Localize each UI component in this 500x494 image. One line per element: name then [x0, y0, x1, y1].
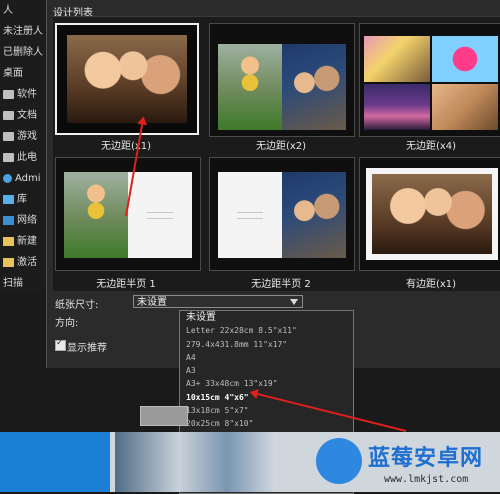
family-photo [372, 174, 492, 254]
network-icon [3, 216, 14, 225]
castle-photo [364, 84, 430, 130]
paper-size-value: 未设置 [137, 297, 167, 308]
design-thumb-borderless-x1[interactable] [55, 23, 199, 135]
blank-half-page [218, 172, 282, 258]
paper-size-option[interactable]: A4 [180, 351, 353, 364]
paper-size-select[interactable]: 未设置 [133, 295, 303, 308]
kid-photo [218, 44, 282, 130]
sidebar-item-label: 人 [3, 5, 13, 16]
sidebar-item-label: 库 [17, 194, 27, 205]
folder-sidebar: 人未注册人已删除人桌面软件文档游戏此电Admi库网络新建激活扫描照片共享 [0, 0, 46, 290]
watermark-logo: 蓝莓安卓网 www.lmkjst.com [316, 436, 500, 492]
folder-icon [3, 258, 14, 267]
user-icon [3, 174, 12, 183]
sidebar-item[interactable]: 网络 [0, 210, 46, 231]
sidebar-item[interactable]: 游戏 [0, 126, 46, 147]
sidebar-item[interactable]: 软件 [0, 84, 46, 105]
design-list: 无边距(x1) 无边距(x2) 无边距(x4) 无边距半页 1 无边距半页 2 … [53, 16, 500, 291]
paper-size-option[interactable]: 20x25cm 8"x10" [180, 417, 353, 430]
library-icon [3, 195, 14, 204]
paper-size-option[interactable]: Letter 22x28cm 8.5"x11" [180, 324, 353, 337]
direction-label: 方向: [55, 318, 79, 329]
design-thumb-label: 无边距(x1) [100, 141, 152, 152]
drive-icon [3, 132, 14, 141]
sidebar-item[interactable]: 扫描 [0, 273, 46, 290]
paper-size-label: 纸张尺寸: [55, 300, 99, 311]
android-robot-icon [316, 438, 362, 484]
sidebar-item[interactable]: 此电 [0, 147, 46, 168]
sidebar-item-label: Admi [15, 173, 41, 184]
sidebar-item[interactable]: Admi [0, 168, 46, 189]
paper-size-option[interactable]: A3+ 33x48cm 13"x19" [180, 377, 353, 390]
sidebar-item[interactable]: 文档 [0, 105, 46, 126]
sidebar-item-label: 激活 [17, 257, 37, 268]
design-thumb-label: 有边距(x1) [405, 279, 457, 290]
kid-photo [64, 172, 128, 258]
sidebar-item-label: 已删除人 [3, 47, 43, 58]
family-photo [67, 35, 187, 123]
sidebar-item[interactable]: 新建 [0, 231, 46, 252]
design-thumb-half-page-1[interactable] [55, 157, 201, 271]
sidebar-item[interactable]: 激活 [0, 252, 46, 273]
paper-size-option[interactable]: 279.4x431.8mm 11"x17" [180, 338, 353, 351]
design-thumb-borderless-x2[interactable] [209, 23, 355, 137]
father-child-photo [282, 44, 346, 130]
sidebar-item-label: 扫描 [3, 278, 23, 289]
taskbar-blue-region [0, 432, 110, 492]
design-thumb-bordered-x1[interactable] [359, 157, 500, 271]
design-thumb-label: 无边距半页 2 [251, 279, 311, 290]
party-photo [364, 36, 430, 82]
design-thumb-label: 无边距半页 1 [96, 279, 156, 290]
drive-icon [3, 90, 14, 99]
design-thumb-borderless-x4[interactable] [359, 23, 500, 137]
dialog-button[interactable] [140, 406, 188, 426]
drive-icon [3, 111, 14, 120]
folder-icon [3, 237, 14, 246]
show-recommended-checkbox[interactable] [55, 338, 66, 351]
show-recommended-label: 显示推荐 [67, 343, 107, 354]
sidebar-item-label: 游戏 [17, 131, 37, 142]
sidebar-item-label: 此电 [17, 152, 37, 163]
watermark-url: www.lmkjst.com [384, 474, 469, 485]
sidebar-item[interactable]: 已删除人 [0, 42, 46, 63]
taskbar-blurred-region [115, 432, 275, 492]
sidebar-item[interactable]: 未注册人 [0, 21, 46, 42]
swim-ring-photo [432, 36, 498, 82]
design-thumb-label: 无边距(x2) [255, 141, 307, 152]
sidebar-item-label: 网络 [17, 215, 37, 226]
blank-half-page [128, 172, 192, 258]
paper-size-option[interactable]: 未设置 [180, 311, 353, 324]
sidebar-item-label: 未注册人 [3, 26, 43, 37]
drive-icon [3, 153, 14, 162]
design-thumb-half-page-2[interactable] [209, 157, 355, 271]
father-child-photo [282, 172, 346, 258]
paper-size-option[interactable]: A3 [180, 364, 353, 377]
sidebar-item-label: 桌面 [3, 68, 23, 79]
sidebar-item-label: 软件 [17, 89, 37, 100]
watermark-title: 蓝莓安卓网 [368, 446, 484, 471]
chevron-down-icon[interactable] [290, 299, 298, 305]
design-thumb-label: 无边距(x4) [405, 141, 457, 152]
sidebar-item-label: 新建 [17, 236, 37, 247]
sidebar-item[interactable]: 人 [0, 0, 46, 21]
sidebar-item[interactable]: 库 [0, 189, 46, 210]
sidebar-item-label: 文档 [17, 110, 37, 121]
group-photo [432, 84, 498, 130]
sidebar-item[interactable]: 桌面 [0, 63, 46, 84]
